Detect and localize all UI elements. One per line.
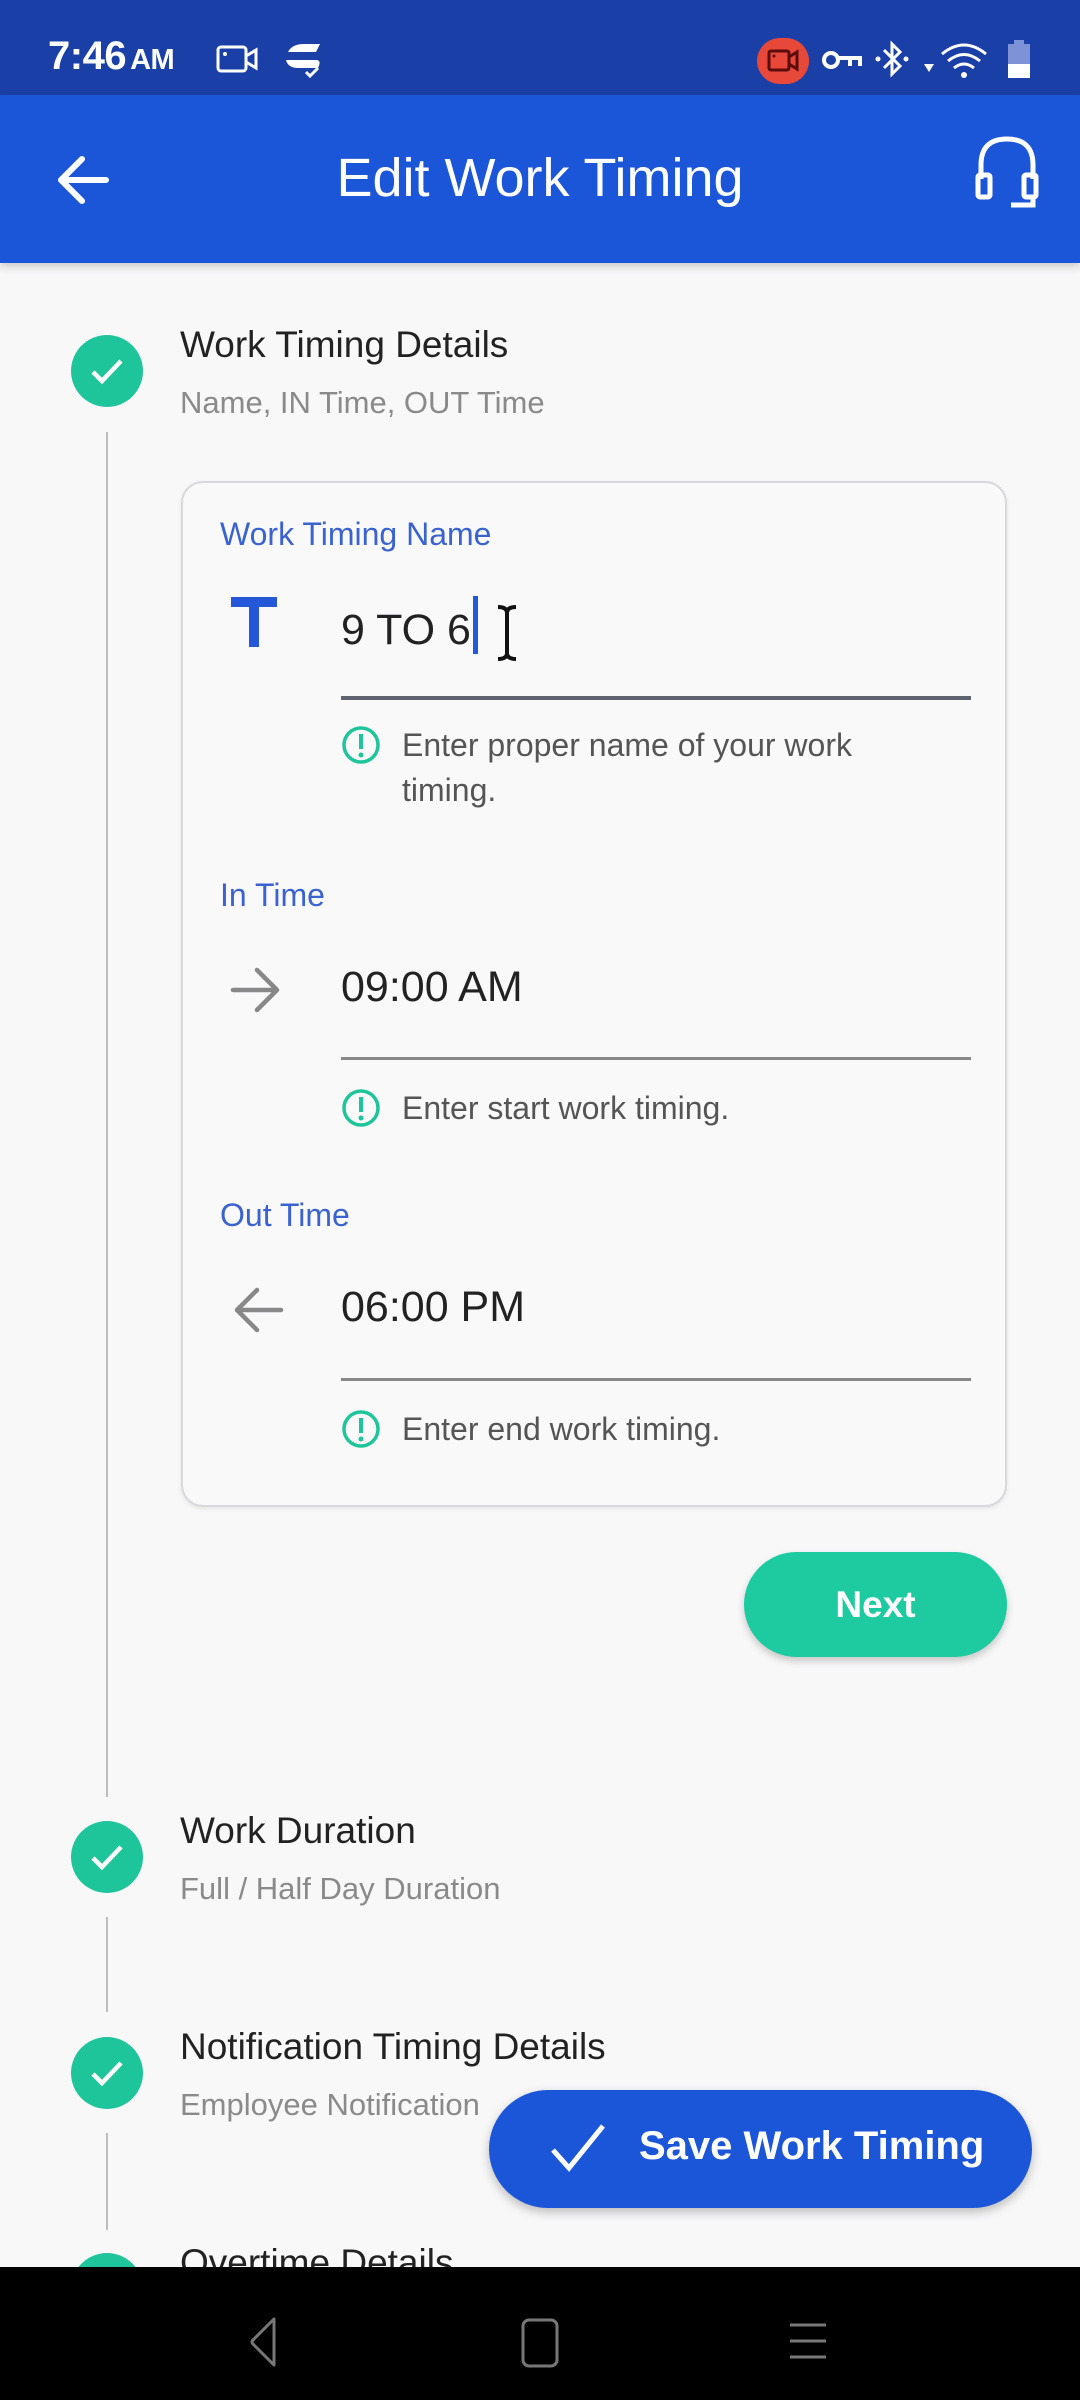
out-time-input[interactable]: 06:00 PM (341, 1283, 525, 1332)
check-icon (91, 359, 123, 385)
step-title: Work Timing Details (180, 324, 509, 365)
name-input[interactable]: 9 TO 6 (341, 596, 478, 655)
next-button[interactable]: Next (744, 1552, 1007, 1657)
step-connector (106, 2133, 108, 2230)
info-circle-icon (342, 726, 380, 764)
page-title: Edit Work Timing (336, 148, 744, 208)
headset-icon (975, 136, 1039, 208)
check-icon (91, 2061, 123, 2087)
step-subtitle: Employee Notification (180, 2087, 480, 2122)
in-time-label: In Time (220, 877, 325, 913)
step-connector (106, 432, 108, 1797)
check-icon (551, 2124, 605, 2172)
name-field-label: Work Timing Name (220, 516, 492, 552)
name-input-value: 9 TO 6 (341, 606, 471, 654)
vpn-key-icon (822, 51, 862, 69)
helper-text: Enter end work timing. (402, 1411, 721, 1447)
out-time-label: Out Time (220, 1197, 350, 1233)
status-bar: 7:46 AM (0, 0, 1080, 95)
arrow-right-icon (230, 967, 280, 1013)
in-time-input[interactable]: 09:00 AM (341, 963, 523, 1012)
out-time-underline (341, 1378, 971, 1381)
screen-record-icon (216, 45, 258, 73)
helper-text: Enter start work timing. (402, 1090, 730, 1126)
info-circle-icon (342, 1410, 380, 1448)
app-bar: Edit Work Timing (0, 95, 1080, 263)
nav-recents-icon[interactable] (770, 2307, 850, 2377)
step-complete-badge (71, 335, 143, 407)
in-time-underline (341, 1057, 971, 1060)
step-complete-badge (71, 1821, 143, 1893)
status-clock: 7:46 (48, 34, 127, 78)
wifi-icon (924, 43, 987, 78)
save-button-label: Save Work Timing (639, 2124, 985, 2168)
ibeam-cursor-icon (497, 605, 517, 661)
step-complete-badge (71, 2037, 143, 2109)
save-work-timing-button[interactable]: Save Work Timing (489, 2090, 1032, 2208)
nav-home-icon[interactable] (500, 2307, 580, 2377)
info-circle-icon (342, 1089, 380, 1127)
text-t-icon (231, 597, 277, 647)
bluetooth-icon (875, 40, 909, 78)
step-subtitle: Full / Half Day Duration (180, 1871, 501, 1906)
status-time: 7:46 AM (48, 34, 175, 79)
system-nav-bar (0, 2267, 1080, 2400)
step-connector (106, 1917, 108, 2012)
name-input-underline (341, 696, 971, 700)
recording-indicator-icon (757, 38, 809, 84)
status-ampm: AM (130, 44, 175, 76)
nav-back-icon[interactable] (226, 2307, 306, 2377)
check-icon (91, 1845, 123, 1871)
support-button[interactable] (975, 135, 1039, 211)
work-timing-form-card: Work Timing Name 9 TO 6 Enter proper nam… (181, 481, 1007, 1507)
step-title: Notification Timing Details (180, 2026, 606, 2067)
battery-icon (1008, 40, 1030, 78)
arrow-left-icon (234, 1287, 284, 1333)
helper-text: Enter proper name of your work timing. (402, 727, 852, 808)
step-title: Work Duration (180, 1810, 416, 1851)
text-caret (472, 596, 478, 654)
app-notification-icon (286, 44, 320, 79)
step-subtitle: Name, IN Time, OUT Time (180, 385, 545, 420)
